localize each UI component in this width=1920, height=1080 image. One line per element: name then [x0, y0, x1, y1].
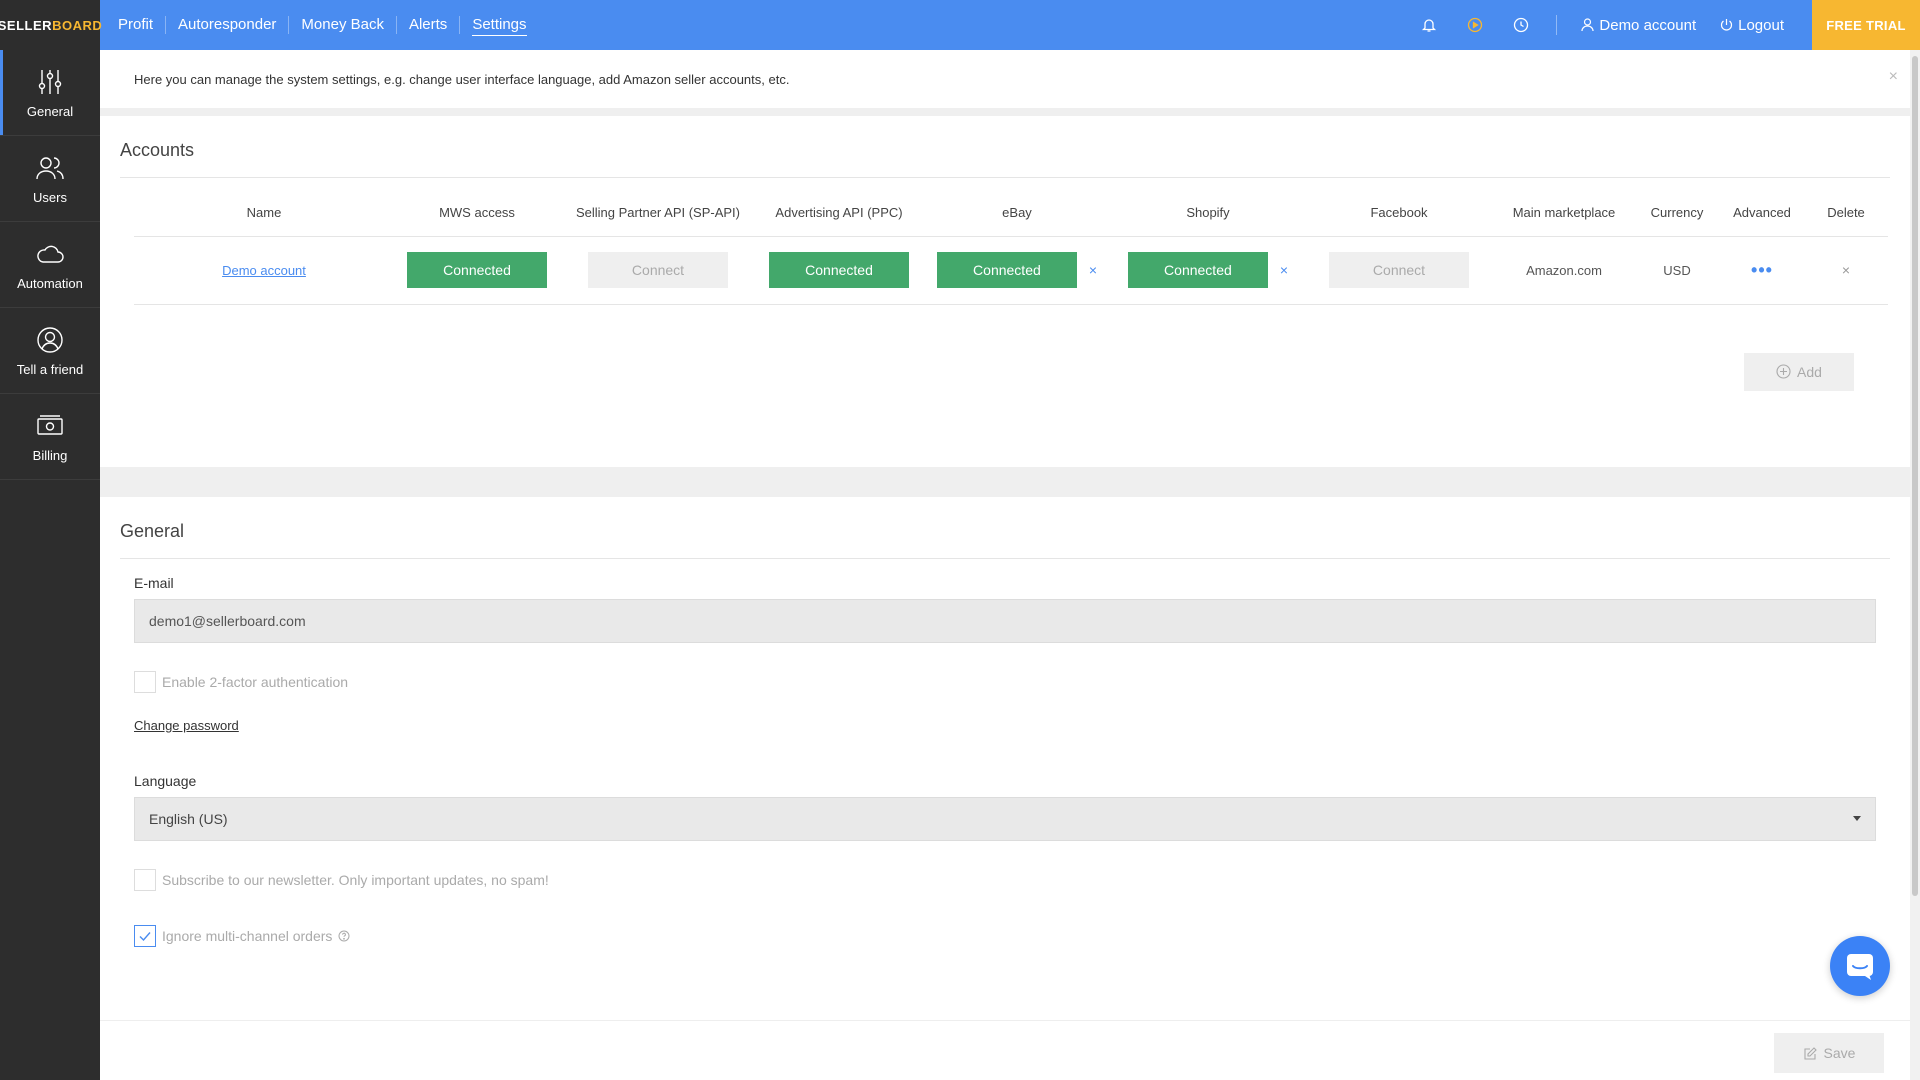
twofa-checkbox[interactable]: [134, 670, 156, 693]
col-shopify: Shopify: [1112, 190, 1304, 237]
sliders-icon: [38, 70, 62, 94]
currency-value: USD: [1634, 236, 1720, 305]
plus-circle-icon: [1776, 364, 1791, 379]
help-icon[interactable]: [338, 930, 350, 942]
divider: [1556, 15, 1558, 35]
email-label: E-mail: [134, 574, 174, 591]
shopify-disconnect-icon[interactable]: ×: [1280, 262, 1288, 278]
email-field[interactable]: demo1@sellerboard.com: [134, 598, 1876, 643]
col-name: Name: [134, 190, 394, 237]
section-gap: [100, 466, 1910, 497]
save-bar: Save: [100, 1020, 1910, 1080]
scrollbar-thumb[interactable]: [1912, 56, 1918, 896]
ppc-connected-button[interactable]: Connected: [769, 252, 909, 288]
sidebar-item-label: Tell a friend: [16, 362, 84, 377]
add-account-button[interactable]: Add: [1744, 352, 1854, 391]
section-gap: [100, 108, 1910, 116]
shopify-connected-button[interactable]: Connected: [1127, 252, 1268, 288]
play-icon[interactable]: [1452, 0, 1498, 50]
users-icon: [36, 157, 64, 180]
multichannel-label: Ignore multi-channel orders: [162, 927, 333, 944]
col-advanced: Advanced: [1720, 190, 1804, 237]
scrollbar[interactable]: [1910, 50, 1920, 1080]
edit-icon: [1803, 1046, 1817, 1060]
nav-money-back[interactable]: Money Back: [288, 16, 396, 34]
delete-account-icon[interactable]: ×: [1842, 262, 1850, 278]
ebay-connected-button[interactable]: Connected: [936, 252, 1077, 288]
multichannel-row: Ignore multi-channel orders: [134, 924, 1890, 947]
language-label: Language: [134, 772, 197, 789]
twofa-row: Enable 2-factor authentication: [134, 670, 1890, 693]
col-ebay: eBay: [922, 190, 1112, 237]
table-row: Demo account Connected Connect Connected…: [134, 236, 1888, 305]
main-nav: Profit Autoresponder Money Back Alerts S…: [106, 0, 539, 50]
sellerboard-logo[interactable]: SELLER BOARD: [0, 0, 103, 50]
sidebar-item-general[interactable]: General: [0, 50, 100, 136]
col-currency: Currency: [1634, 190, 1720, 237]
user-icon: [1581, 18, 1594, 32]
sidebar-item-tell-a-friend[interactable]: Tell a friend: [0, 308, 100, 394]
account-menu[interactable]: Demo account: [1569, 17, 1708, 34]
sidebar-item-label: General: [26, 104, 74, 119]
twofa-label: Enable 2-factor authentication: [162, 673, 349, 690]
money-icon: [37, 415, 63, 435]
logo-text-seller: SELLER: [0, 17, 53, 33]
accounts-title: Accounts: [120, 116, 1890, 178]
nav-autoresponder[interactable]: Autoresponder: [165, 16, 288, 34]
close-icon[interactable]: ×: [1889, 68, 1898, 86]
chat-widget-button[interactable]: [1830, 936, 1890, 996]
logo-text-board: BOARD: [52, 17, 103, 33]
mws-connected-button[interactable]: Connected: [407, 252, 547, 288]
clock-icon[interactable]: [1498, 0, 1544, 50]
multichannel-checkbox[interactable]: [134, 924, 156, 947]
facebook-connect-button[interactable]: Connect: [1329, 252, 1469, 288]
chat-icon: [1847, 954, 1873, 980]
col-spapi: Selling Partner API (SP-API): [560, 190, 756, 237]
nav-settings[interactable]: Settings: [459, 16, 538, 36]
newsletter-checkbox[interactable]: [134, 868, 156, 891]
account-name-link[interactable]: Demo account: [222, 263, 306, 278]
save-button[interactable]: Save: [1774, 1033, 1884, 1073]
cloud-icon: [37, 245, 64, 263]
free-trial-button[interactable]: FREE TRIAL: [1812, 0, 1920, 50]
bell-icon[interactable]: [1406, 0, 1452, 50]
col-marketplace: Main marketplace: [1494, 190, 1634, 237]
newsletter-label: Subscribe to our newsletter. Only import…: [162, 871, 549, 888]
accounts-table: Name MWS access Selling Partner API (SP-…: [134, 190, 1888, 305]
sidebar-item-label: Billing: [32, 448, 68, 463]
accounts-section: Accounts Name MWS access Selling Partner…: [100, 116, 1910, 415]
user-circle-icon: [37, 327, 63, 353]
change-password-link[interactable]: Change password: [134, 718, 239, 733]
col-facebook: Facebook: [1304, 190, 1494, 237]
power-icon: [1721, 19, 1733, 31]
sidebar-item-label: Users: [33, 190, 67, 205]
ebay-disconnect-icon[interactable]: ×: [1089, 262, 1097, 278]
spapi-connect-button[interactable]: Connect: [588, 252, 728, 288]
sidebar-item-label: Automation: [17, 276, 83, 291]
sidebar-item-billing[interactable]: Billing: [0, 394, 100, 480]
marketplace-value: Amazon.com: [1494, 236, 1634, 305]
col-delete: Delete: [1804, 190, 1888, 237]
language-select[interactable]: English (US): [134, 796, 1876, 841]
chevron-down-icon: [1853, 816, 1861, 821]
general-section: General E-mail demo1@sellerboard.com Ena…: [100, 497, 1910, 947]
sidebar-item-users[interactable]: Users: [0, 136, 100, 222]
info-banner: Here you can manage the system settings,…: [100, 50, 1910, 108]
col-mws: MWS access: [394, 190, 560, 237]
newsletter-row: Subscribe to our newsletter. Only import…: [134, 868, 1890, 891]
col-ppc: Advertising API (PPC): [756, 190, 922, 237]
info-text: Here you can manage the system settings,…: [134, 71, 790, 87]
nav-profit[interactable]: Profit: [106, 16, 165, 34]
nav-alerts[interactable]: Alerts: [395, 16, 459, 34]
general-title: General: [120, 497, 1890, 559]
more-options-icon[interactable]: •••: [1751, 260, 1773, 280]
logout-link[interactable]: Logout: [1708, 17, 1796, 34]
sidebar-item-automation[interactable]: Automation: [0, 222, 100, 308]
sidebar: General Users Automation Tell a friend B…: [0, 50, 100, 1080]
check-icon: [139, 931, 151, 941]
table-header-row: Name MWS access Selling Partner API (SP-…: [134, 190, 1888, 237]
main-content: Here you can manage the system settings,…: [100, 50, 1910, 1080]
top-bar: SELLER BOARD Profit Autoresponder Money B…: [0, 0, 1920, 50]
add-row: Add: [120, 305, 1890, 415]
